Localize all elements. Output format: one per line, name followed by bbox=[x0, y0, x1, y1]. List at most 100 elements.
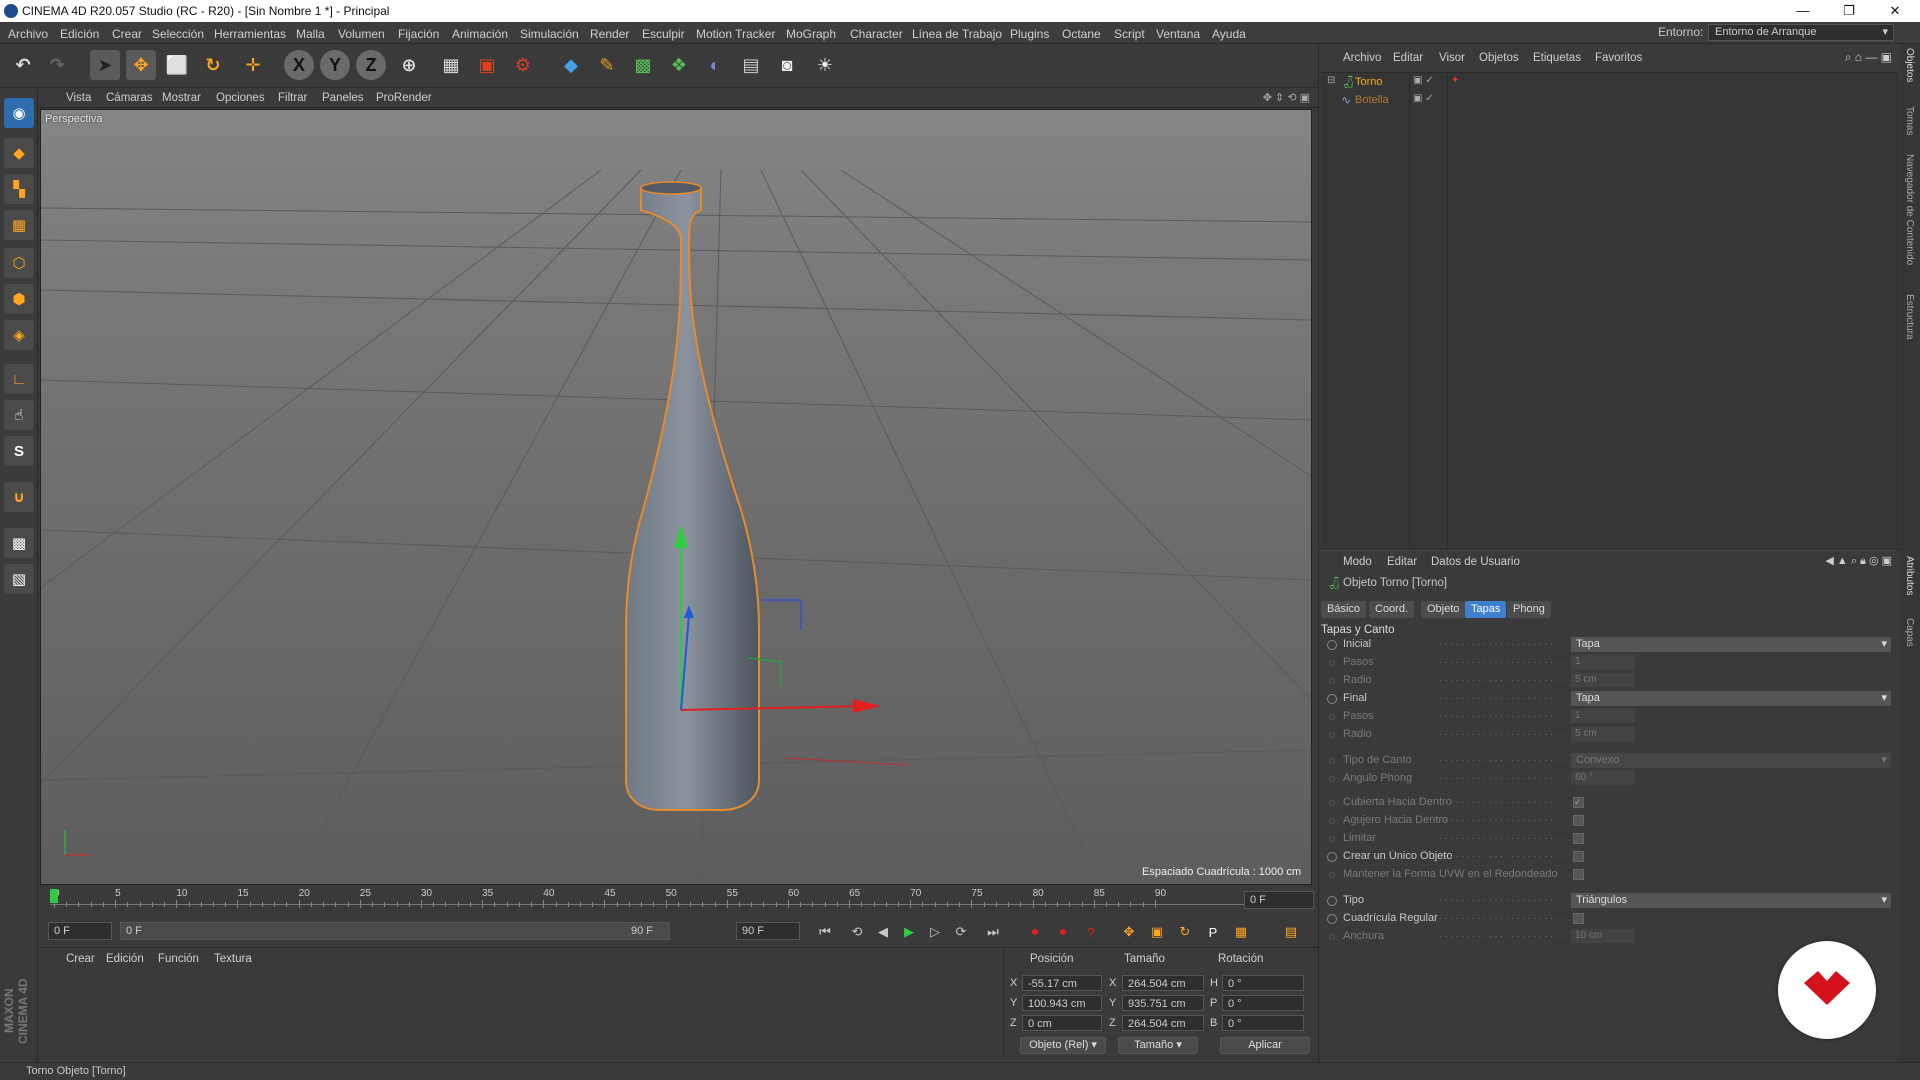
side-tab-atributos[interactable]: Atributos bbox=[1904, 556, 1915, 595]
edges-mode-icon[interactable]: ⬢ bbox=[4, 284, 34, 314]
animate-dot-disabled-icon[interactable] bbox=[1329, 872, 1335, 878]
y-axis-icon[interactable]: Y bbox=[320, 50, 350, 80]
attr-number-field[interactable]: 5 cm bbox=[1571, 673, 1635, 687]
animate-dot-disabled-icon[interactable] bbox=[1329, 758, 1335, 764]
menu-edicion[interactable]: Edición bbox=[60, 27, 99, 41]
attr-number-field[interactable]: 10 cm bbox=[1571, 929, 1635, 943]
prev-frame-icon[interactable]: ◀ bbox=[872, 921, 894, 943]
animate-dot-icon[interactable] bbox=[1327, 914, 1337, 924]
attr-number-field[interactable]: 5 cm bbox=[1571, 727, 1635, 741]
workplane-icon[interactable]: ▦ bbox=[4, 210, 34, 240]
x-axis-icon[interactable]: X bbox=[284, 50, 314, 80]
attr-checkbox[interactable] bbox=[1573, 913, 1584, 924]
attr-checkbox[interactable]: ✓ bbox=[1573, 797, 1584, 808]
scale-icon[interactable]: ⬜ bbox=[162, 50, 192, 80]
obj-menu-favoritos[interactable]: Favoritos bbox=[1595, 52, 1642, 64]
tab-basico[interactable]: Básico bbox=[1321, 601, 1367, 618]
attr-checkbox[interactable] bbox=[1573, 869, 1584, 880]
make-editable-icon[interactable]: ◉ bbox=[4, 98, 34, 128]
key-param-icon[interactable]: P bbox=[1202, 921, 1224, 943]
vp-menu-mostrar[interactable]: Mostrar bbox=[162, 92, 201, 104]
vp-menu-vista[interactable]: Vista bbox=[66, 92, 91, 104]
maximize-button[interactable]: ❐ bbox=[1826, 0, 1872, 22]
tab-tapas[interactable]: Tapas bbox=[1465, 601, 1507, 618]
side-tab-navegador[interactable]: Navegador de Contenido bbox=[1904, 154, 1915, 265]
animate-dot-icon[interactable] bbox=[1327, 694, 1337, 704]
menu-esculpir[interactable]: Esculpir bbox=[642, 27, 685, 41]
key-scale-icon[interactable]: ▣ bbox=[1146, 921, 1168, 943]
pen-icon[interactable]: ✎ bbox=[592, 50, 622, 80]
next-key-icon[interactable]: ⟳ bbox=[950, 921, 972, 943]
vp-menu-paneles[interactable]: Paneles bbox=[322, 92, 364, 104]
model-mode-icon[interactable]: ◆ bbox=[4, 138, 34, 168]
world-coord-icon[interactable]: ⊕ bbox=[394, 50, 424, 80]
close-button[interactable]: ✕ bbox=[1872, 0, 1918, 22]
animate-dot-icon[interactable] bbox=[1327, 640, 1337, 650]
attr-dropdown[interactable]: Tapa ▾ bbox=[1571, 691, 1891, 706]
prev-key-icon[interactable]: ⟲ bbox=[846, 921, 868, 943]
render-settings-icon[interactable]: ⚙ bbox=[508, 50, 538, 80]
vp-menu-camaras[interactable]: Cámaras bbox=[106, 92, 153, 104]
attr-menu-modo[interactable]: Modo bbox=[1343, 556, 1372, 568]
menu-volumen[interactable]: Volumen bbox=[338, 27, 385, 41]
animate-dot-disabled-icon[interactable] bbox=[1329, 776, 1335, 782]
autokey-icon[interactable]: ⏺ bbox=[1052, 921, 1074, 943]
side-tab-estructura[interactable]: Estructura bbox=[1904, 294, 1915, 340]
visibility-icon[interactable]: ▣ ✓ bbox=[1413, 93, 1434, 104]
menu-ayuda[interactable]: Ayuda bbox=[1212, 27, 1246, 41]
rotation-p-field[interactable]: 0 ° bbox=[1222, 995, 1304, 1011]
rotate-icon[interactable]: ↻ bbox=[198, 50, 228, 80]
floor-icon[interactable]: ▤ bbox=[736, 50, 766, 80]
subdivision-icon[interactable]: ▩ bbox=[628, 50, 658, 80]
frame-range-slider[interactable]: 0 F 90 F bbox=[120, 922, 670, 940]
menu-linea-de-trabajo[interactable]: Línea de Trabajo bbox=[912, 27, 1002, 41]
animate-dot-disabled-icon[interactable] bbox=[1329, 934, 1335, 940]
environment-select[interactable]: Entorno de Arranque ▾ bbox=[1708, 24, 1894, 41]
polygons-mode-icon[interactable]: ◈ bbox=[4, 320, 34, 350]
axis-mode-icon[interactable]: ∟ bbox=[4, 364, 34, 394]
attr-number-field[interactable]: 1 bbox=[1571, 655, 1635, 669]
menu-herramientas[interactable]: Herramientas bbox=[214, 27, 286, 41]
size-x-field[interactable]: 264.504 cm bbox=[1122, 975, 1204, 991]
apply-button[interactable]: Aplicar bbox=[1220, 1037, 1310, 1054]
rotation-h-field[interactable]: 0 ° bbox=[1222, 975, 1304, 991]
go-to-start-icon[interactable]: ⏮ bbox=[814, 921, 836, 943]
keyframe-help-icon[interactable]: ? bbox=[1080, 921, 1102, 943]
side-tab-tomas[interactable]: Tomas bbox=[1904, 106, 1915, 135]
quantize-icon[interactable]: ▧ bbox=[4, 564, 34, 594]
animate-dot-disabled-icon[interactable] bbox=[1329, 818, 1335, 824]
attr-dropdown[interactable]: Triángulos ▾ bbox=[1571, 893, 1891, 908]
record-icon[interactable]: ⏺ bbox=[1024, 921, 1046, 943]
snap-icon[interactable]: ∪ bbox=[4, 482, 34, 512]
menu-octane[interactable]: Octane bbox=[1062, 27, 1101, 41]
position-z-field[interactable]: 0 cm bbox=[1022, 1015, 1102, 1031]
attr-number-field[interactable]: 1 bbox=[1571, 709, 1635, 723]
tab-coord[interactable]: Coord. bbox=[1369, 601, 1415, 618]
mat-menu-funcion[interactable]: Función bbox=[158, 953, 199, 965]
camera-icon[interactable]: ◙ bbox=[772, 50, 802, 80]
workplane-lock-icon[interactable]: ▩ bbox=[4, 528, 34, 558]
menu-malla[interactable]: Malla bbox=[296, 27, 325, 41]
attr-checkbox[interactable] bbox=[1573, 815, 1584, 826]
menu-ventana[interactable]: Ventana bbox=[1156, 27, 1200, 41]
perspective-viewport[interactable]: Perspectiva Espaciado Cuadrícula : 1000 … bbox=[40, 109, 1312, 885]
animate-dot-disabled-icon[interactable] bbox=[1329, 660, 1335, 666]
vp-menu-filtrar[interactable]: Filtrar bbox=[278, 92, 307, 104]
animate-dot-icon[interactable] bbox=[1327, 852, 1337, 862]
mat-menu-textura[interactable]: Textura bbox=[214, 953, 252, 965]
tree-item-botella[interactable]: ∿ Botella ▣ ✓ bbox=[1321, 93, 1899, 109]
rotation-b-field[interactable]: 0 ° bbox=[1222, 1015, 1304, 1031]
select-arrow-icon[interactable]: ➤ bbox=[90, 50, 120, 80]
obj-menu-editar[interactable]: Editar bbox=[1393, 52, 1423, 64]
animate-dot-disabled-icon[interactable] bbox=[1329, 836, 1335, 842]
attr-checkbox[interactable] bbox=[1573, 833, 1584, 844]
redo-icon[interactable]: ↷ bbox=[42, 50, 72, 80]
position-x-field[interactable]: -55.17 cm bbox=[1022, 975, 1102, 991]
animate-dot-disabled-icon[interactable] bbox=[1329, 800, 1335, 806]
menu-archivo[interactable]: Archivo bbox=[8, 27, 48, 41]
menu-motion-tracker[interactable]: Motion Tracker bbox=[696, 27, 775, 41]
z-axis-icon[interactable]: Z bbox=[356, 50, 386, 80]
obj-menu-objetos[interactable]: Objetos bbox=[1479, 52, 1519, 64]
menu-script[interactable]: Script bbox=[1114, 27, 1145, 41]
move-icon[interactable]: ✥ bbox=[126, 50, 156, 80]
